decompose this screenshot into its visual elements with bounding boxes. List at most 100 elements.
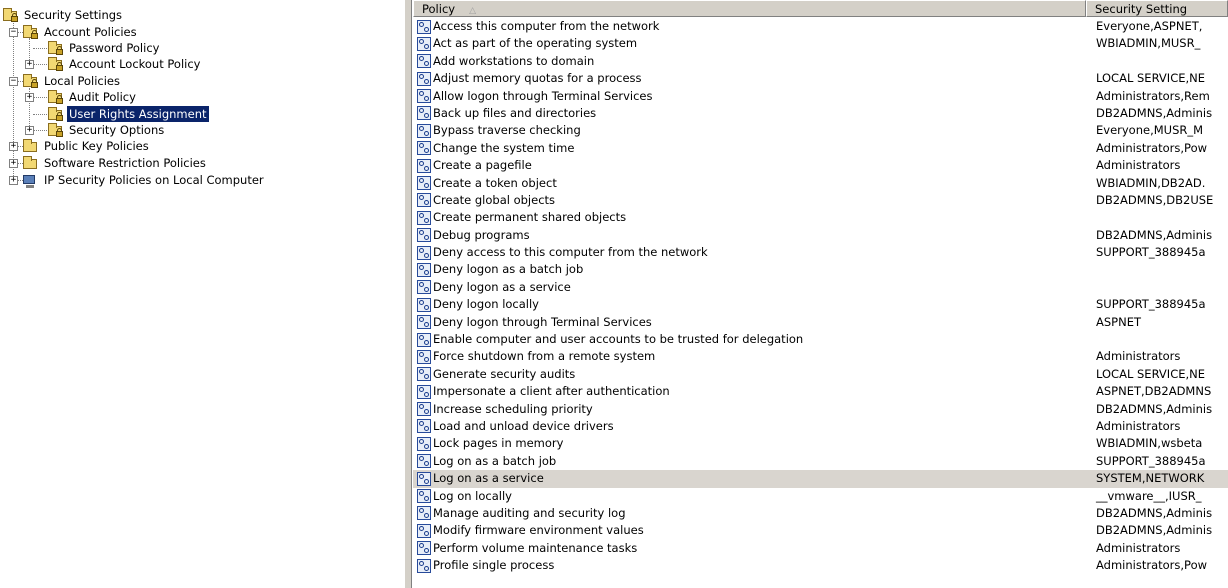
collapse-toggle[interactable]: − xyxy=(9,28,18,37)
security-setting-cell: Administrators xyxy=(1096,158,1181,173)
tree-item-label: Public Key Policies xyxy=(44,139,149,153)
table-row[interactable]: Debug programs DB2ADMNS,Adminis xyxy=(413,227,1228,244)
tree-item-software-restriction-policies[interactable]: Software Restriction Policies xyxy=(22,155,208,171)
table-row[interactable]: Deny logon as a batch job xyxy=(413,261,1228,278)
tree-item-ip-security-policies[interactable]: IP Security Policies on Local Computer xyxy=(22,172,266,188)
policy-rows: Access this computer from the network Eve… xyxy=(413,18,1228,575)
policy-name: Deny logon as a batch job xyxy=(433,262,584,277)
table-row[interactable]: Log on locally __vmware__,IUSR_ xyxy=(413,488,1228,505)
expand-toggle[interactable]: + xyxy=(25,126,34,135)
table-row[interactable]: Log on as a service SYSTEM,NETWORK xyxy=(413,470,1228,488)
table-row[interactable]: Deny logon through Terminal Services ASPN… xyxy=(413,314,1228,331)
policy-cell: Debug programs xyxy=(417,227,530,244)
tree-item-account-lockout-policy[interactable]: Account Lockout Policy xyxy=(47,56,202,72)
policy-name: Access this computer from the network xyxy=(433,19,660,33)
table-row[interactable]: Act as part of the operating system WBIAD… xyxy=(413,35,1228,52)
table-row[interactable]: Deny logon locally SUPPORT_388945a xyxy=(413,296,1228,313)
folder-icon xyxy=(22,156,38,170)
table-row[interactable]: Generate security audits LOCAL SERVICE,NE xyxy=(413,366,1228,383)
list-header: Policy △ Security Setting xyxy=(413,0,1228,17)
expand-toggle[interactable]: + xyxy=(9,142,18,151)
policy-icon xyxy=(417,262,431,277)
tree-item-local-policies[interactable]: Local Policies xyxy=(22,73,122,89)
policy-name: Act as part of the operating system xyxy=(433,36,638,51)
folder-icon xyxy=(22,139,38,153)
policy-cell: Create a token object xyxy=(417,175,557,192)
column-header-policy[interactable]: Policy △ xyxy=(413,0,1086,17)
policy-name: Load and unload device drivers xyxy=(433,418,614,433)
table-row[interactable]: Force shutdown from a remote system Admin… xyxy=(413,348,1228,365)
policy-cell: Create global objects xyxy=(417,192,555,209)
policy-icon xyxy=(417,89,431,104)
tree-item-label: User Rights Assignment xyxy=(66,105,210,123)
policy-cell: Deny access to this computer from the ne… xyxy=(417,244,708,261)
tree-item-account-policies[interactable]: Account Policies xyxy=(22,24,139,40)
table-row[interactable]: Back up files and directories DB2ADMNS,Ad… xyxy=(413,105,1228,122)
tree-item-label: Software Restriction Policies xyxy=(44,156,206,170)
policy-icon xyxy=(417,71,431,86)
pane-splitter[interactable] xyxy=(404,0,412,588)
column-header-label: Security Setting xyxy=(1095,2,1188,16)
security-setting-cell: WBIADMIN,DB2AD. xyxy=(1096,175,1206,190)
policy-icon xyxy=(417,471,431,486)
expand-toggle[interactable]: + xyxy=(9,176,18,185)
table-row[interactable]: Modify firmware environment values DB2ADM… xyxy=(413,522,1228,539)
security-setting-cell: LOCAL SERVICE,NE xyxy=(1096,366,1206,381)
table-row[interactable]: Create a token object WBIADMIN,DB2AD. xyxy=(413,175,1228,192)
policy-icon xyxy=(417,123,431,138)
table-row[interactable]: Bypass traverse checking Everyone,MUSR_M xyxy=(413,122,1228,139)
expand-toggle[interactable]: + xyxy=(9,159,18,168)
policy-icon xyxy=(417,454,431,469)
column-header-security-setting[interactable]: Security Setting xyxy=(1086,0,1228,17)
policy-cell: Add workstations to domain xyxy=(417,53,594,70)
collapse-toggle[interactable]: − xyxy=(9,77,18,86)
table-row[interactable]: Create permanent shared objects xyxy=(413,209,1228,226)
table-row[interactable]: Impersonate a client after authenticatio… xyxy=(413,383,1228,400)
table-row[interactable]: Manage auditing and security log DB2ADMNS… xyxy=(413,505,1228,522)
table-row[interactable]: Load and unload device drivers Administra… xyxy=(413,418,1228,435)
tree-item-public-key-policies[interactable]: Public Key Policies xyxy=(22,138,151,154)
policy-name: Profile single process xyxy=(433,558,555,573)
table-row[interactable]: Enable computer and user accounts to be … xyxy=(413,331,1228,348)
table-row[interactable]: Create a pagefile Administrators xyxy=(413,157,1228,174)
table-row[interactable]: Create global objects DB2ADMNS,DB2USE xyxy=(413,192,1228,209)
policy-name: Generate security audits xyxy=(433,366,576,381)
table-row[interactable]: Deny logon as a service xyxy=(413,279,1228,296)
policy-cell: Log on locally xyxy=(417,488,512,505)
table-row[interactable]: Add workstations to domain xyxy=(413,53,1228,70)
expand-toggle[interactable]: + xyxy=(25,60,34,69)
policy-name: Deny logon through Terminal Services xyxy=(433,314,652,329)
tree-item-security-settings[interactable]: Security Settings xyxy=(2,7,124,23)
policy-icon xyxy=(417,193,431,208)
table-row[interactable]: Change the system time Administrators,Pow xyxy=(413,140,1228,157)
policy-cell: Profile single process xyxy=(417,557,554,574)
table-row[interactable]: Increase scheduling priority DB2ADMNS,Adm… xyxy=(413,401,1228,418)
locked-folder-icon xyxy=(22,74,38,88)
tree-item-security-options[interactable]: Security Options xyxy=(47,122,166,138)
expand-toggle[interactable]: + xyxy=(25,93,34,102)
table-row[interactable]: Profile single process Administrators,Pow xyxy=(413,557,1228,574)
policy-name: Deny access to this computer from the ne… xyxy=(433,245,708,260)
security-setting-cell: WBIADMIN,MUSR_ xyxy=(1096,36,1201,51)
policy-icon xyxy=(417,245,431,260)
tree-item-audit-policy[interactable]: Audit Policy xyxy=(47,89,138,105)
table-row[interactable]: Access this computer from the network Eve… xyxy=(413,18,1228,35)
policy-icon xyxy=(417,210,431,225)
policy-name: Debug programs xyxy=(433,227,530,242)
policy-cell: Deny logon through Terminal Services xyxy=(417,314,652,331)
tree-item-password-policy[interactable]: Password Policy xyxy=(47,40,161,56)
policy-name: Log on as a service xyxy=(433,471,544,486)
table-row[interactable]: Perform volume maintenance tasks Administ… xyxy=(413,540,1228,557)
policy-name: Bypass traverse checking xyxy=(433,123,581,138)
policy-icon xyxy=(417,280,431,295)
computer-icon xyxy=(22,173,38,188)
policy-cell: Deny logon as a batch job xyxy=(417,261,583,278)
table-row[interactable]: Deny access to this computer from the ne… xyxy=(413,244,1228,261)
tree-item-label: Account Lockout Policy xyxy=(69,57,201,71)
tree-item-user-rights-assignment[interactable]: User Rights Assignment xyxy=(47,105,210,123)
table-row[interactable]: Lock pages in memory WBIADMIN,wsbeta xyxy=(413,435,1228,452)
policy-cell: Manage auditing and security log xyxy=(417,505,626,522)
table-row[interactable]: Adjust memory quotas for a process LOCAL … xyxy=(413,70,1228,87)
table-row[interactable]: Allow logon through Terminal Services Adm… xyxy=(413,88,1228,105)
table-row[interactable]: Log on as a batch job SUPPORT_388945a xyxy=(413,453,1228,470)
